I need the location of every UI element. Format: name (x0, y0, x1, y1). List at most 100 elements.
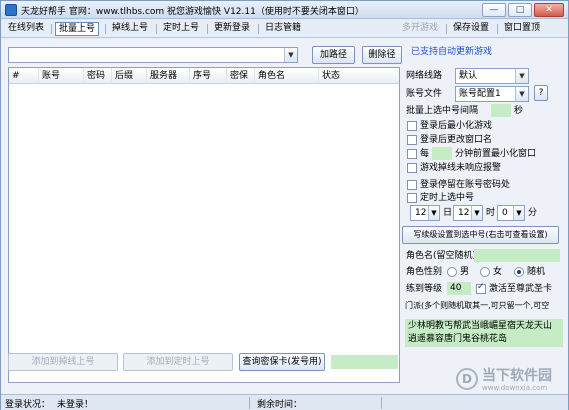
schedule-hour-value: 12 (458, 208, 470, 218)
menu-separator (497, 24, 498, 34)
gender-random-label: 随机 (527, 267, 546, 277)
maximize-button[interactable]: □ (508, 3, 532, 17)
login-status-label: 登录状况： (5, 400, 51, 410)
network-value: 默认 (459, 71, 478, 81)
auto-update-note: 已支持自动更新游戏 (411, 47, 493, 57)
column-server[interactable]: 服务器 (147, 68, 190, 84)
rename-window-checkbox[interactable] (407, 135, 417, 145)
gender-label: 角色性别 (406, 267, 443, 277)
menu-update-login[interactable]: 更新登录 (211, 22, 253, 36)
chevron-down-icon[interactable]: ▼ (428, 206, 439, 220)
watermark-url: www.downxia.com (482, 384, 548, 392)
menu-bar: 在线列表 批量上号 掉线上号 定时上号 更新登录 日志管籍 多开游戏 保存设置 … (1, 20, 568, 38)
level-input[interactable]: 40 (447, 282, 471, 295)
minimize-after-login-checkbox[interactable] (407, 121, 417, 131)
chevron-down-icon[interactable]: ▼ (284, 48, 297, 62)
school-note: 门派(多个则随机取其一,可只留一个,可空 (405, 301, 550, 310)
title-bar: 天龙好帮手 官网：www.tlhbs.com 祝您游戏愉快 V12.11（使用时… (1, 1, 568, 19)
close-button[interactable]: ✕ (534, 3, 564, 17)
periodic-minimize-checkbox[interactable] (407, 149, 417, 159)
login-status-value: 未登录！ (57, 400, 94, 410)
offline-alarm-checkbox[interactable] (407, 163, 417, 173)
write-settings-button[interactable]: 写续级设置到选中号(右击可查看设置) (402, 226, 559, 244)
main-area: ▼ 加路径 删除径 已支持自动更新游戏 # 账号 密码 后缀 服务器 序号 密保… (1, 39, 568, 394)
column-account[interactable]: 账号 (39, 68, 84, 84)
menu-scheduled-login[interactable]: 定时上号 (160, 22, 202, 36)
chevron-down-icon[interactable]: ▼ (513, 206, 524, 220)
status-bar: 登录状况： 未登录！ 剩余时间： (1, 394, 568, 410)
account-list[interactable]: # 账号 密码 后缀 服务器 序号 密保 角色名 状态 (8, 67, 400, 383)
level-label: 练到等级 (406, 284, 443, 294)
menu-separator (207, 24, 208, 34)
delete-path-button[interactable]: 删除径 (362, 46, 402, 64)
status-separator (249, 397, 250, 409)
menu-separator (51, 24, 52, 34)
site-logo-icon: D (456, 368, 478, 390)
network-combo[interactable]: 默认 ▼ (455, 68, 529, 84)
column-security[interactable]: 密保 (227, 68, 255, 84)
status-separator (381, 397, 382, 409)
schedule-hour-label: 时 (486, 208, 496, 218)
window-title: 天龙好帮手 官网：www.tlhbs.com 祝您游戏愉快 V12.11（使用时… (21, 7, 364, 17)
help-button[interactable]: ? (534, 85, 548, 101)
add-to-scheduled-button[interactable]: 添加到定时上号 (123, 353, 233, 371)
menu-offline-login[interactable]: 掉线上号 (109, 22, 151, 36)
menu-multi-open[interactable]: 多开游戏 (399, 22, 441, 36)
remaining-time-label: 剩余时间： (257, 400, 303, 410)
scheduled-login-checkbox[interactable] (407, 193, 417, 203)
chevron-down-icon[interactable]: ▼ (471, 206, 482, 220)
account-list-header: # 账号 密码 后缀 服务器 序号 密保 角色名 状态 (9, 68, 399, 84)
column-suffix[interactable]: 后缀 (112, 68, 147, 84)
gender-female-radio[interactable] (480, 267, 490, 277)
query-security-card-button[interactable]: 查询密保卡(发号用) (239, 353, 325, 371)
account-file-combo[interactable]: 账号配置1 ▼ (455, 86, 529, 102)
schedule-hour-spinner[interactable]: 12 ▼ (453, 205, 483, 221)
menu-save-settings[interactable]: 保存设置 (450, 22, 492, 36)
gender-male-label: 男 (460, 267, 470, 277)
scheduled-login-label: 定时上选中号 (420, 193, 475, 203)
gender-random-radio[interactable] (514, 267, 524, 277)
gender-male-radio[interactable] (447, 267, 457, 277)
activate-card-label: 激活至尊武圣卡 (489, 284, 553, 294)
gender-female-label: 女 (493, 267, 503, 277)
chevron-down-icon[interactable]: ▼ (515, 87, 528, 101)
interval-input[interactable] (491, 104, 511, 117)
menu-separator (446, 24, 447, 34)
rename-window-label: 登录后更改窗口名 (420, 135, 493, 145)
column-status[interactable]: 状态 (319, 68, 399, 84)
game-path-combo[interactable]: ▼ (8, 47, 298, 63)
role-name-input[interactable] (474, 249, 560, 262)
chevron-down-icon[interactable]: ▼ (515, 69, 528, 83)
role-name-label: 角色名(留空随机) (406, 251, 477, 261)
stop-at-password-label: 登录停留在账号密码处 (420, 180, 511, 190)
stop-at-password-checkbox[interactable] (407, 180, 417, 190)
account-file-label: 账号文件 (406, 89, 443, 99)
schedule-minute-spinner[interactable]: 0 ▼ (497, 205, 525, 221)
menu-window-top[interactable]: 窗口置顶 (501, 22, 543, 36)
column-password[interactable]: 密码 (84, 68, 112, 84)
schedule-day-spinner[interactable]: 12 ▼ (410, 205, 440, 221)
security-card-output[interactable] (331, 355, 398, 369)
column-serial[interactable]: 序号 (190, 68, 227, 84)
periodic-minimize-label: 分钟前置最小化窗口 (455, 149, 537, 159)
menu-log[interactable]: 日志管籍 (262, 22, 304, 36)
add-to-offline-button[interactable]: 添加到掉线上号 (8, 353, 118, 371)
minimize-button[interactable]: — (482, 3, 506, 17)
periodic-minimize-input[interactable] (432, 147, 452, 160)
menu-online-list[interactable]: 在线列表 (5, 22, 47, 36)
menu-batch-login[interactable]: 批量上号 (55, 22, 100, 36)
interval-unit: 秒 (514, 106, 524, 116)
periodic-minimize-every-label: 每 (420, 149, 430, 159)
account-file-value: 账号配置1 (459, 89, 501, 99)
school-list-input[interactable]: 少林明教丐帮武当峨嵋星宿天龙天山逍遥慕容唐门鬼谷桃花岛 (405, 319, 563, 347)
offline-alarm-label: 游戏掉线未响应报警 (420, 163, 502, 173)
add-path-button[interactable]: 加路径 (312, 46, 355, 64)
column-role-name[interactable]: 角色名 (255, 68, 319, 84)
menu-separator (105, 24, 106, 34)
interval-label: 批量上选中号间隔 (406, 106, 479, 116)
menu-separator (156, 24, 157, 34)
schedule-day-value: 12 (415, 208, 427, 218)
schedule-minute-label: 分 (528, 208, 538, 218)
column-index[interactable]: # (9, 68, 39, 84)
activate-card-checkbox[interactable] (476, 282, 486, 294)
